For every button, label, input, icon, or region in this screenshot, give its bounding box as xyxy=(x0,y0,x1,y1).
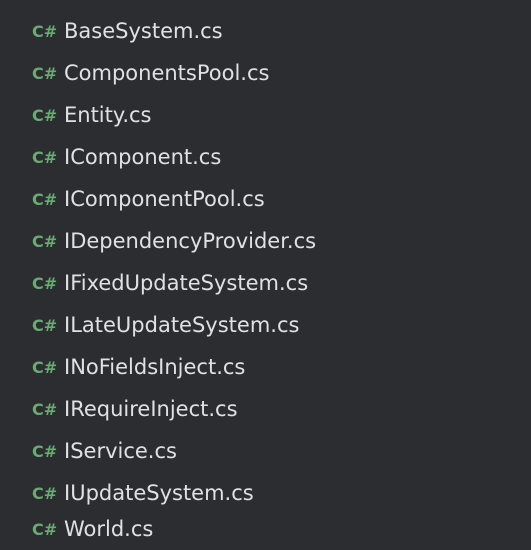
csharp-file-icon: C# xyxy=(32,483,58,503)
file-item-ilateupdatesystem[interactable]: C# ILateUpdateSystem.cs xyxy=(32,304,299,346)
csharp-file-icon: C# xyxy=(32,519,58,539)
csharp-file-icon: C# xyxy=(32,63,58,83)
csharp-file-icon: C# xyxy=(32,357,58,377)
csharp-file-icon: C# xyxy=(32,105,58,125)
file-name: IComponentPool.cs xyxy=(64,187,265,211)
csharp-file-icon: C# xyxy=(32,273,58,293)
file-item-iservice[interactable]: C# IService.cs xyxy=(32,430,177,472)
file-item-world[interactable]: C# World.cs xyxy=(32,508,153,550)
file-name: IService.cs xyxy=(64,439,177,463)
file-name: Entity.cs xyxy=(64,103,152,127)
file-item-icomponentpool[interactable]: C# IComponentPool.cs xyxy=(32,178,265,220)
csharp-file-icon: C# xyxy=(32,315,58,335)
csharp-file-icon: C# xyxy=(32,189,58,209)
file-item-idependencyprovider[interactable]: C# IDependencyProvider.cs xyxy=(32,220,316,262)
file-list: C# BaseSystem.cs C# ComponentsPool.cs C#… xyxy=(0,0,531,550)
file-name: IComponent.cs xyxy=(64,145,222,169)
file-name: ILateUpdateSystem.cs xyxy=(64,313,300,337)
file-name: World.cs xyxy=(64,517,154,541)
file-item-irequireinject[interactable]: C# IRequireInject.cs xyxy=(32,388,238,430)
file-name: IRequireInject.cs xyxy=(64,397,238,421)
file-item-entity[interactable]: C# Entity.cs xyxy=(32,94,151,136)
file-name: IDependencyProvider.cs xyxy=(64,229,317,253)
csharp-file-icon: C# xyxy=(32,147,58,167)
file-item-inofieldsinject[interactable]: C# INoFieldsInject.cs xyxy=(32,346,245,388)
file-item-componentspool[interactable]: C# ComponentsPool.cs xyxy=(32,52,269,94)
csharp-file-icon: C# xyxy=(32,231,58,251)
file-name: BaseSystem.cs xyxy=(64,19,223,43)
file-name: INoFieldsInject.cs xyxy=(64,355,246,379)
file-item-icomponent[interactable]: C# IComponent.cs xyxy=(32,136,221,178)
csharp-file-icon: C# xyxy=(32,399,58,419)
file-item-basesystem[interactable]: C# BaseSystem.cs xyxy=(32,10,223,52)
csharp-file-icon: C# xyxy=(32,441,58,461)
csharp-file-icon: C# xyxy=(32,21,58,41)
file-name: IUpdateSystem.cs xyxy=(64,481,254,505)
file-name: ComponentsPool.cs xyxy=(64,61,270,85)
file-item-ifixedupdatesystem[interactable]: C# IFixedUpdateSystem.cs xyxy=(32,262,308,304)
file-name: IFixedUpdateSystem.cs xyxy=(64,271,309,295)
